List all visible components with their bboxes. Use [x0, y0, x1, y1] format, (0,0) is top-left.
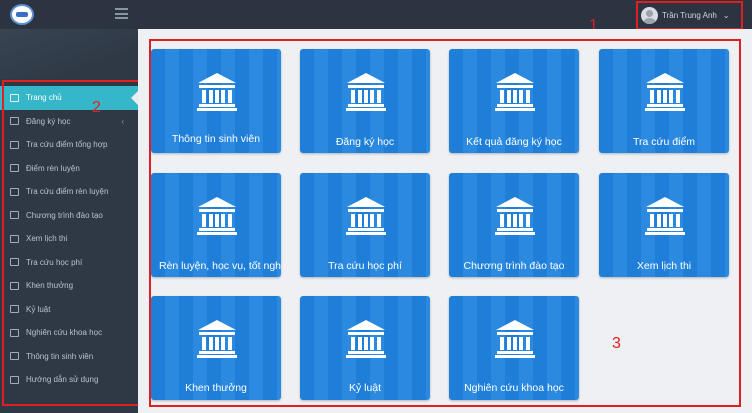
user-menu[interactable]: Trần Trung Anh ⌄ [636, 1, 743, 30]
annotation-box-sidebar [2, 80, 143, 406]
user-name: Trần Trung Anh [662, 11, 717, 20]
annotation-2: 2 [92, 99, 101, 116]
sidebar-header [0, 29, 138, 79]
chevron-down-icon: ⌄ [722, 11, 730, 20]
university-logo[interactable] [10, 4, 34, 25]
avatar [641, 7, 658, 24]
annotation-box-main [149, 39, 741, 407]
annotation-3: 3 [612, 335, 621, 352]
top-bar: Trần Trung Anh ⌄ [0, 0, 752, 30]
hamburger-icon[interactable] [115, 8, 128, 19]
